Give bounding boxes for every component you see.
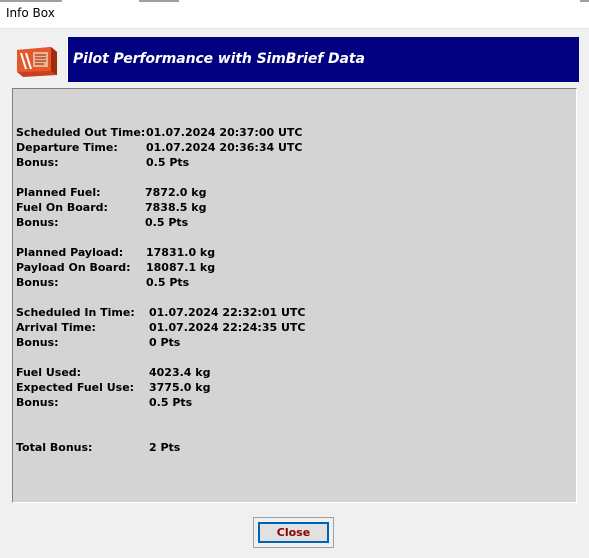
info-row: Bonus: 0.5 Pts	[13, 276, 553, 290]
title-bar-divider	[0, 0, 62, 2]
info-label: Bonus:	[16, 216, 59, 229]
info-panel: Scheduled Out Time: 01.07.2024 20:37:00 U…	[12, 88, 577, 503]
info-row: Fuel Used: 4023.4 kg	[13, 366, 553, 380]
info-label: Arrival Time:	[16, 321, 96, 334]
flight-recorder-icon	[13, 44, 59, 78]
info-value: 01.07.2024 22:32:01 UTC	[149, 306, 306, 319]
info-value: 0 Pts	[149, 336, 181, 349]
info-row: Planned Fuel: 7872.0 kg	[13, 186, 553, 200]
info-label: Bonus:	[16, 156, 59, 169]
info-row: Total Bonus: 2 Pts	[13, 441, 553, 455]
info-label: Total Bonus:	[16, 441, 93, 454]
info-label: Planned Payload:	[16, 246, 124, 259]
info-row: Scheduled Out Time: 01.07.2024 20:37:00 U…	[13, 126, 553, 140]
info-label: Bonus:	[16, 276, 59, 289]
header-banner: Pilot Performance with SimBrief Data	[67, 37, 579, 82]
info-row: Fuel On Board: 7838.5 kg	[13, 201, 553, 215]
info-row: Bonus: 0.5 Pts	[13, 216, 553, 230]
info-value: 0.5 Pts	[146, 276, 190, 289]
info-value: 0.5 Pts	[149, 396, 193, 409]
close-button[interactable]: Close	[258, 522, 329, 543]
info-label: Fuel Used:	[16, 366, 82, 379]
banner-title: Pilot Performance with SimBrief Data	[73, 51, 365, 67]
info-label: Fuel On Board:	[16, 201, 108, 214]
info-row: Bonus: 0.5 Pts	[13, 396, 553, 410]
title-bar-divider	[139, 0, 179, 2]
info-row: Payload On Board: 18087.1 kg	[13, 261, 553, 275]
close-button-frame: Close	[253, 517, 334, 548]
title-bar-divider	[580, 0, 589, 2]
info-value: 01.07.2024 20:37:00 UTC	[146, 126, 303, 139]
info-value: 7872.0 kg	[145, 186, 207, 199]
info-value: 2 Pts	[149, 441, 181, 454]
close-button-label: Close	[276, 526, 311, 539]
info-label: Bonus:	[16, 396, 59, 409]
info-value: 17831.0 kg	[146, 246, 216, 259]
title-bar[interactable]: Info Box	[0, 0, 589, 29]
info-label: Planned Fuel:	[16, 186, 101, 199]
info-value: 01.07.2024 20:36:34 UTC	[146, 141, 303, 154]
info-value: 0.5 Pts	[145, 216, 189, 229]
info-row: Expected Fuel Use: 3775.0 kg	[13, 381, 553, 395]
info-value: 0.5 Pts	[146, 156, 190, 169]
info-row: Scheduled In Time: 01.07.2024 22:32:01 UT…	[13, 306, 553, 320]
info-row: Planned Payload: 17831.0 kg	[13, 246, 553, 260]
info-label: Departure Time:	[16, 141, 118, 154]
info-label: Scheduled In Time:	[16, 306, 135, 319]
info-value: 4023.4 kg	[149, 366, 211, 379]
info-label: Payload On Board:	[16, 261, 131, 274]
info-value: 7838.5 kg	[145, 201, 207, 214]
info-row: Arrival Time: 01.07.2024 22:24:35 UTC	[13, 321, 553, 335]
info-row: Departure Time: 01.07.2024 20:36:34 UTC	[13, 141, 553, 155]
info-value: 3775.0 kg	[149, 381, 211, 394]
info-row: Bonus: 0 Pts	[13, 336, 553, 350]
info-label: Bonus:	[16, 336, 59, 349]
info-label: Scheduled Out Time:	[16, 126, 146, 139]
info-label: Expected Fuel Use:	[16, 381, 135, 394]
info-value: 18087.1 kg	[146, 261, 216, 274]
info-row: Bonus: 0.5 Pts	[13, 156, 553, 170]
info-value: 01.07.2024 22:24:35 UTC	[149, 321, 306, 334]
window-title: Info Box	[6, 6, 55, 20]
